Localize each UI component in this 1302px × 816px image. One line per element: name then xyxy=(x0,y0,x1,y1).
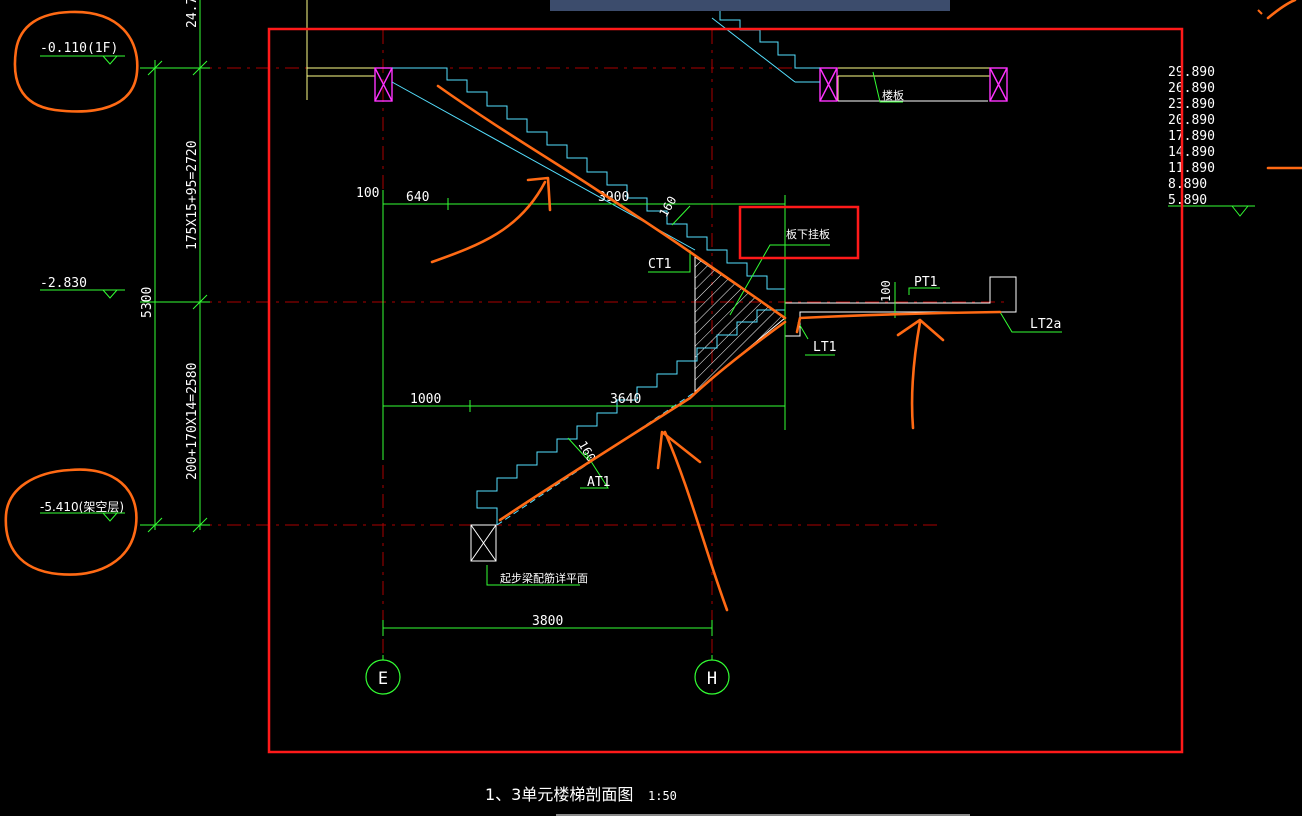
elevation-label-1f: -0.110(1F) xyxy=(40,41,118,56)
elevation-label-bottom: -5.410(架空层) xyxy=(40,500,124,514)
label-floor-slab: 楼板 xyxy=(882,88,904,102)
right-elevation-list: 29.890 26.890 23.890 20.890 17.890 14.89… xyxy=(1168,65,1215,208)
elevation-marker-bottom xyxy=(40,512,125,522)
axis-bubble-h: H xyxy=(694,659,730,695)
axis-lines xyxy=(140,30,1010,655)
axis-label-h: H xyxy=(707,669,717,689)
dim-100-upper: 100 xyxy=(356,186,379,201)
platform-line xyxy=(795,310,1002,334)
landing-slab xyxy=(784,276,1017,337)
label-lt2a: LT2a xyxy=(1030,317,1061,332)
dim-100-platform: 100 xyxy=(879,280,893,302)
label-at1: AT1 xyxy=(587,475,610,490)
dim-3640: 3640 xyxy=(610,392,641,407)
start-beam-box xyxy=(470,524,497,562)
drawing-scale: 1:50 xyxy=(648,789,677,803)
circle-bottom-level xyxy=(4,468,138,576)
right-level-7: 11.890 xyxy=(1168,161,1215,176)
cad-drawing-canvas: 24.7 175X15+95=2720 200+170X14=2580 5300… xyxy=(4,0,1302,816)
dim-640: 640 xyxy=(406,190,429,205)
dim-160-upper: 160 xyxy=(656,194,679,220)
elevation-marker-mid xyxy=(40,289,125,299)
label-hanging-slab: 板下挂板 xyxy=(786,227,830,241)
dim-3800: 3800 xyxy=(532,614,563,629)
right-level-8: 8.890 xyxy=(1168,177,1207,192)
upper-flight-dimension: 175X15+95=2720 xyxy=(185,140,200,250)
right-level-2: 26.890 xyxy=(1168,81,1215,96)
right-level-3: 23.890 xyxy=(1168,97,1215,112)
arrow-platform xyxy=(896,318,945,430)
label-pt1: PT1 xyxy=(914,275,937,290)
top-right-fragment xyxy=(1266,0,1297,20)
label-lt1: LT1 xyxy=(813,340,836,355)
arrow-upper xyxy=(430,176,552,264)
elevation-label-mid: -2.830 xyxy=(40,276,87,291)
axis-label-e: E xyxy=(378,669,388,689)
top-floor-slab xyxy=(306,0,990,101)
axis-bubble-e: E xyxy=(365,659,401,695)
dim-1000: 1000 xyxy=(410,392,441,407)
label-ct1: CT1 xyxy=(648,257,671,272)
elevation-marker-1f xyxy=(40,55,125,65)
header-bar xyxy=(550,0,950,11)
circle-1f-level xyxy=(13,10,139,113)
dim-160-lower: 160 xyxy=(575,439,598,465)
top-level-fragment: 24.7 xyxy=(185,0,200,28)
markup-frame xyxy=(267,27,1184,754)
right-level-4: 20.890 xyxy=(1168,113,1215,128)
hatched-landing-region xyxy=(694,256,786,394)
label-start-beam: 起步梁配筋详平面 xyxy=(500,571,588,585)
total-height-dimension: 5300 xyxy=(140,287,155,318)
arrow-lower xyxy=(656,430,729,612)
lower-flight-dimension: 200+170X14=2580 xyxy=(185,363,200,480)
drawing-title: 1、3单元楼梯剖面图 xyxy=(485,785,633,804)
top-right-stair xyxy=(711,11,820,83)
right-level-6: 14.890 xyxy=(1168,145,1215,160)
horizontal-dimension-lines xyxy=(382,190,786,660)
magenta-beams xyxy=(374,67,1008,102)
right-level-1: 29.890 xyxy=(1168,65,1215,80)
right-level-5: 17.890 xyxy=(1168,129,1215,144)
upper-right-short-mark xyxy=(1257,9,1263,15)
